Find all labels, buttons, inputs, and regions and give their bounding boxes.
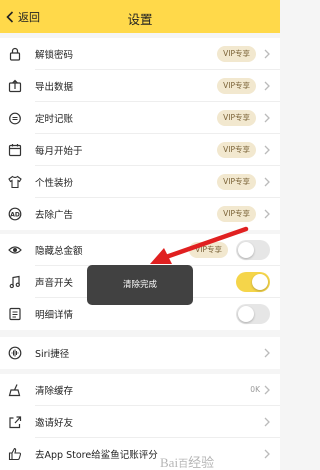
settings-row-label: 导出数据 (35, 82, 74, 93)
shirt-icon (8, 175, 22, 189)
settings-row-clear-cache[interactable]: 清除缓存 0K (0, 374, 280, 406)
broom-icon (8, 384, 21, 397)
toast-message: 清除完成 (87, 265, 193, 305)
toggle-knob (238, 306, 254, 322)
chevron-right-icon (264, 113, 270, 123)
settings-row-label: Siri捷径 (35, 349, 70, 360)
sound-toggle[interactable] (236, 272, 270, 292)
thumb-up-icon (8, 447, 22, 461)
settings-row-label: 去除广告 (35, 210, 74, 221)
chevron-right-icon (264, 177, 270, 187)
settings-row-label: 声音开关 (35, 278, 74, 289)
vip-badge: VIP专享 (217, 206, 256, 222)
settings-row-label: 解锁密码 (35, 50, 74, 61)
calendar-icon (8, 144, 22, 157)
vip-badge: VIP专享 (217, 46, 256, 62)
settings-row-unlock-password[interactable]: 解锁密码 VIP专享 (0, 38, 280, 70)
export-icon (8, 79, 22, 93)
toggle-knob (252, 274, 268, 290)
settings-row-label: 个性装扮 (35, 178, 74, 189)
settings-row-rate-app[interactable]: 去App Store给鲨鱼记账评分 (0, 438, 280, 470)
chevron-right-icon (264, 49, 270, 59)
settings-row-label: 清除缓存 (35, 386, 74, 397)
document-icon (9, 307, 21, 321)
vip-settings-group: 解锁密码 VIP专享 导出数据 VIP专享 定时记账 VIP专享 每月开始于 V… (0, 38, 280, 230)
vip-badge: VIP专享 (217, 174, 256, 190)
chevron-right-icon (264, 417, 270, 427)
toggle-knob (238, 242, 254, 258)
chevron-right-icon (264, 348, 270, 358)
vip-badge: VIP专享 (217, 110, 256, 126)
chevron-right-icon (264, 81, 270, 91)
settings-row-label: 隐藏总金额 (35, 246, 83, 257)
settings-row-label: 去App Store给鲨鱼记账评分 (35, 450, 158, 461)
timer-icon (9, 112, 21, 125)
ad-block-icon: AD (8, 207, 22, 221)
misc-group: 清除缓存 0K 邀请好友 去App Store给鲨鱼记账评分 (0, 374, 280, 470)
settings-row-siri-shortcut[interactable]: Siri捷径 (0, 337, 280, 369)
settings-row-label: 定时记账 (35, 114, 74, 125)
chevron-right-icon (264, 209, 270, 219)
vip-badge: VIP专享 (217, 142, 256, 158)
nav-bar: 返回 设置 (0, 0, 280, 33)
music-note-icon (9, 275, 20, 289)
settings-row-invite-friends[interactable]: 邀请好友 (0, 406, 280, 438)
hide-total-toggle[interactable] (236, 240, 270, 260)
settings-row-export-data[interactable]: 导出数据 VIP专享 (0, 70, 280, 102)
eye-icon (8, 246, 22, 254)
chevron-right-icon (264, 449, 270, 459)
settings-row-remove-ads[interactable]: AD 去除广告 VIP专享 (0, 198, 280, 230)
settings-row-label: 明细详情 (35, 310, 74, 321)
vip-badge: VIP专享 (189, 242, 228, 258)
cache-size-value: 0K (250, 385, 260, 394)
settings-row-month-start[interactable]: 每月开始于 VIP专享 (0, 134, 280, 166)
siri-icon (8, 346, 22, 360)
settings-row-personal-theme[interactable]: 个性装扮 VIP专享 (0, 166, 280, 198)
settings-row-hide-total[interactable]: 隐藏总金额 VIP专享 (0, 234, 280, 266)
vip-badge: VIP专享 (217, 78, 256, 94)
details-toggle[interactable] (236, 304, 270, 324)
chevron-right-icon (264, 145, 270, 155)
page-title: 设置 (127, 12, 153, 27)
svg-text:AD: AD (10, 211, 20, 218)
share-icon (9, 416, 22, 429)
settings-row-scheduled-bookkeeping[interactable]: 定时记账 VIP专享 (0, 102, 280, 134)
lock-icon (9, 47, 21, 61)
settings-row-label: 邀请好友 (35, 418, 74, 429)
siri-group: Siri捷径 (0, 337, 280, 369)
watermark: Bai百经验 (160, 455, 215, 470)
settings-row-label: 每月开始于 (35, 146, 83, 157)
chevron-right-icon (264, 385, 270, 395)
